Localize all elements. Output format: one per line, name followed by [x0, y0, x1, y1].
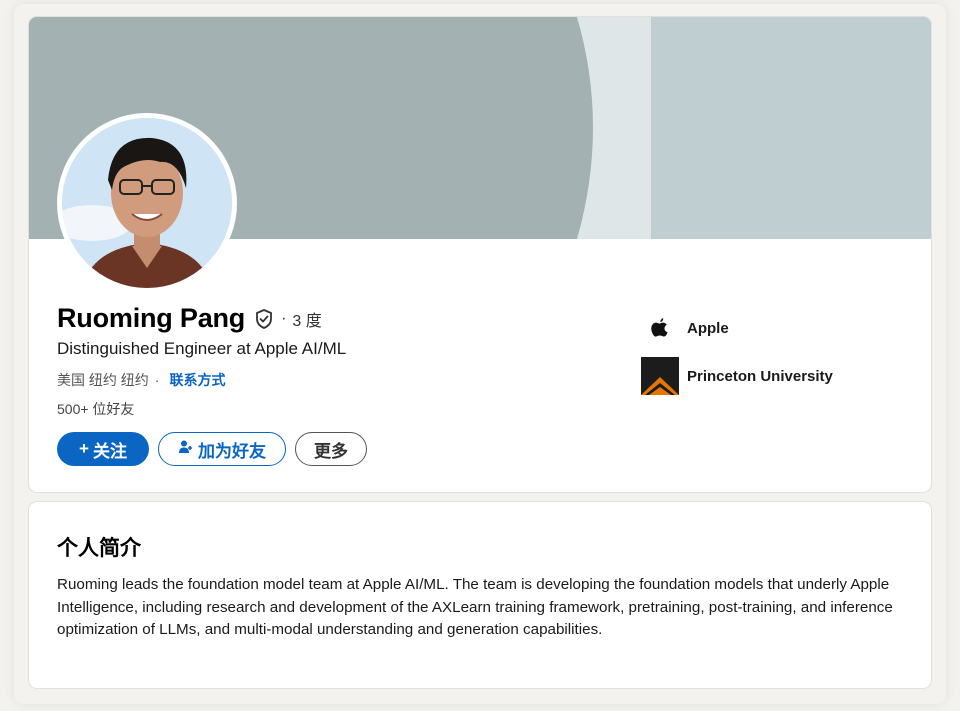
- about-title: 个人简介: [57, 537, 141, 560]
- person-add-icon: [178, 439, 194, 460]
- separator-dot: ·: [154, 372, 160, 388]
- name-row: Ruoming Pang · 3 度: [57, 303, 322, 334]
- more-label: 更多: [314, 441, 348, 461]
- connections-count[interactable]: 500+ 位好友: [57, 399, 134, 419]
- verified-shield-icon[interactable]: [253, 308, 275, 330]
- princeton-shield-logo-icon: [641, 357, 679, 395]
- experience-education-list: Apple Princeton University: [641, 309, 833, 405]
- location-row: 美国 纽约 纽约 · 联系方式: [57, 370, 225, 390]
- separator-dot: ·: [281, 309, 287, 327]
- follow-button[interactable]: + 关注: [57, 432, 149, 466]
- plus-icon: +: [79, 439, 89, 458]
- connection-degree: 3 度: [292, 312, 322, 330]
- profile-page: Ruoming Pang · 3 度 Distinguished Enginee…: [14, 4, 946, 704]
- profile-card: Ruoming Pang · 3 度 Distinguished Enginee…: [28, 16, 932, 493]
- about-card: 个人简介 Ruoming leads the foundation model …: [28, 501, 932, 689]
- add-friend-button[interactable]: 加为好友: [158, 432, 286, 466]
- about-text: Ruoming leads the foundation model team …: [57, 576, 893, 638]
- sidebar-item-label: Apple: [687, 319, 729, 337]
- avatar[interactable]: [57, 113, 237, 293]
- profile-headline: Distinguished Engineer at Apple AI/ML: [57, 339, 347, 358]
- sidebar-item-label: Princeton University: [687, 367, 833, 385]
- more-button[interactable]: 更多: [295, 432, 367, 466]
- sidebar-item-princeton[interactable]: Princeton University: [641, 357, 833, 395]
- contact-info-link[interactable]: 联系方式: [169, 370, 225, 390]
- avatar-photo: [62, 118, 232, 288]
- action-buttons: + 关注 加为好友 更多: [57, 432, 367, 466]
- follow-label: 关注: [92, 441, 127, 461]
- profile-location: 美国 纽约 纽约: [57, 372, 149, 388]
- sidebar-item-apple[interactable]: Apple: [641, 309, 833, 347]
- apple-logo-icon: [641, 309, 679, 347]
- profile-name: Ruoming Pang: [57, 303, 246, 333]
- add-friend-label: 加为好友: [198, 441, 266, 461]
